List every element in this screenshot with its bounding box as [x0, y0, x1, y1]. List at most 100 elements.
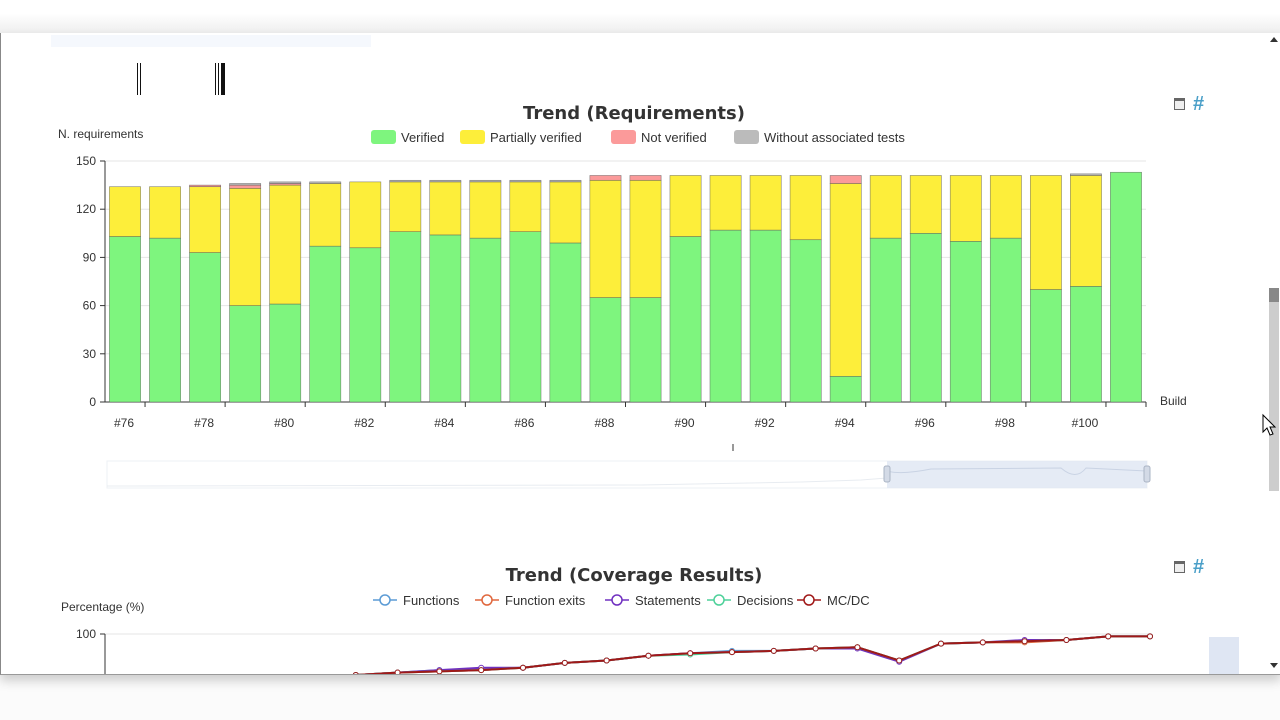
data-point — [854, 644, 861, 651]
requirements-chart: Trend (Requirements) N. requirements Build… — [58, 103, 1239, 674]
bar-segment — [349, 247, 382, 403]
x-tick-label: #76 — [114, 416, 134, 430]
bar-segment — [1070, 173, 1102, 176]
legend-label: Statements — [635, 593, 701, 608]
legend-label: Partially verified — [490, 130, 582, 145]
y-axis-label: N. requirements — [58, 127, 143, 141]
bar-segment — [229, 184, 262, 189]
x-axis-label: Build — [1160, 394, 1187, 408]
data-point — [603, 657, 610, 664]
legend-label: Function exits — [505, 593, 586, 608]
bar-segment — [989, 237, 1022, 403]
data-point — [979, 639, 986, 646]
bar-segment — [389, 179, 422, 183]
bar-segment — [469, 181, 502, 239]
data-point — [352, 671, 359, 674]
x-tick-label: #82 — [354, 416, 374, 430]
bar-segment — [189, 184, 222, 188]
legend-label: MC/DC — [827, 593, 870, 608]
bar-segment — [629, 175, 662, 181]
bar-segment — [869, 175, 902, 239]
legend-swatch — [611, 130, 636, 144]
bar-segment — [829, 183, 862, 377]
bar-segment — [429, 179, 462, 183]
bar-segment — [989, 175, 1022, 239]
data-point — [1147, 633, 1153, 640]
bar-segment — [549, 242, 582, 403]
bar-segment — [229, 188, 262, 306]
scroll-up-arrow-icon[interactable] — [1270, 37, 1278, 42]
scrollbar-thumb[interactable] — [1269, 288, 1279, 491]
bar-segment — [789, 175, 822, 241]
bar-segment — [509, 231, 542, 403]
bar-segment — [549, 181, 582, 244]
bar-segment — [629, 179, 662, 298]
bar-segment — [309, 183, 342, 247]
x-tick-label: #78 — [194, 416, 214, 430]
bar-segment — [109, 186, 141, 237]
data-point — [561, 659, 568, 666]
datazoom-handle-right — [1143, 465, 1151, 483]
scrollbar-thumb-top — [1269, 288, 1279, 302]
data-point — [812, 645, 819, 652]
data-point — [1105, 633, 1112, 640]
bar-segment — [349, 181, 382, 249]
page-scrollbar[interactable] — [1267, 33, 1280, 674]
x-tick-label: #88 — [594, 416, 614, 430]
bar-segment — [149, 237, 181, 403]
data-point — [687, 650, 694, 657]
bar-segment — [709, 175, 742, 231]
bar-segment — [669, 175, 702, 237]
bar-segment — [189, 186, 222, 253]
legend-label: Decisions — [737, 593, 794, 608]
legend-label: Verified — [401, 130, 444, 145]
bar-segment — [829, 375, 862, 403]
bar-segment — [189, 252, 222, 403]
y-tick-label: 60 — [83, 299, 97, 313]
y-axis-label: Percentage (%) — [61, 600, 144, 614]
data-point — [436, 668, 443, 674]
bar-segment — [869, 237, 902, 403]
chart-title: Trend (Coverage Results) — [506, 565, 763, 586]
datazoom-selected-window — [887, 461, 1147, 488]
bar-segment — [829, 175, 862, 184]
datazoom-handle-left — [883, 465, 891, 483]
legend-marker — [713, 594, 725, 606]
mouse-cursor-icon — [1262, 413, 1277, 436]
scroll-down-arrow-icon[interactable] — [1270, 663, 1278, 668]
bar-segment — [949, 175, 982, 242]
y-tick-label: 120 — [76, 202, 96, 216]
legend-label: Functions — [403, 593, 460, 608]
data-point — [896, 657, 903, 664]
bar-segment — [789, 239, 822, 403]
x-tick-label: #80 — [274, 416, 294, 430]
bar-segment — [949, 241, 982, 403]
bar-segment — [1029, 175, 1062, 290]
bar-segment — [589, 175, 622, 181]
bar-segment — [1029, 289, 1062, 403]
bar-segment — [589, 179, 622, 298]
bar-segment — [309, 181, 342, 184]
bar-segment — [229, 183, 262, 186]
bar-segment — [389, 231, 422, 403]
legend-label: Not verified — [641, 130, 707, 145]
chart-title: Trend (Requirements) — [523, 103, 745, 124]
top-shade — [0, 0, 1280, 33]
bar-segment — [629, 297, 662, 403]
legend-swatch — [371, 130, 396, 144]
legend-label: Without associated tests — [764, 130, 905, 145]
bar-segment — [1070, 175, 1102, 287]
x-tick-label: #94 — [835, 416, 855, 430]
data-point — [645, 652, 652, 659]
x-tick-label: #86 — [514, 416, 534, 430]
legend-swatch — [460, 130, 485, 144]
bar-segment — [469, 179, 502, 183]
bar-segment — [509, 181, 542, 232]
legend-marker — [803, 594, 815, 606]
bar-segment — [709, 229, 742, 403]
bar-segment — [429, 181, 462, 236]
bar-segment — [269, 181, 302, 184]
y-tick-label: 90 — [83, 250, 97, 264]
bar-segment — [109, 236, 141, 403]
x-tick-label: #98 — [995, 416, 1015, 430]
